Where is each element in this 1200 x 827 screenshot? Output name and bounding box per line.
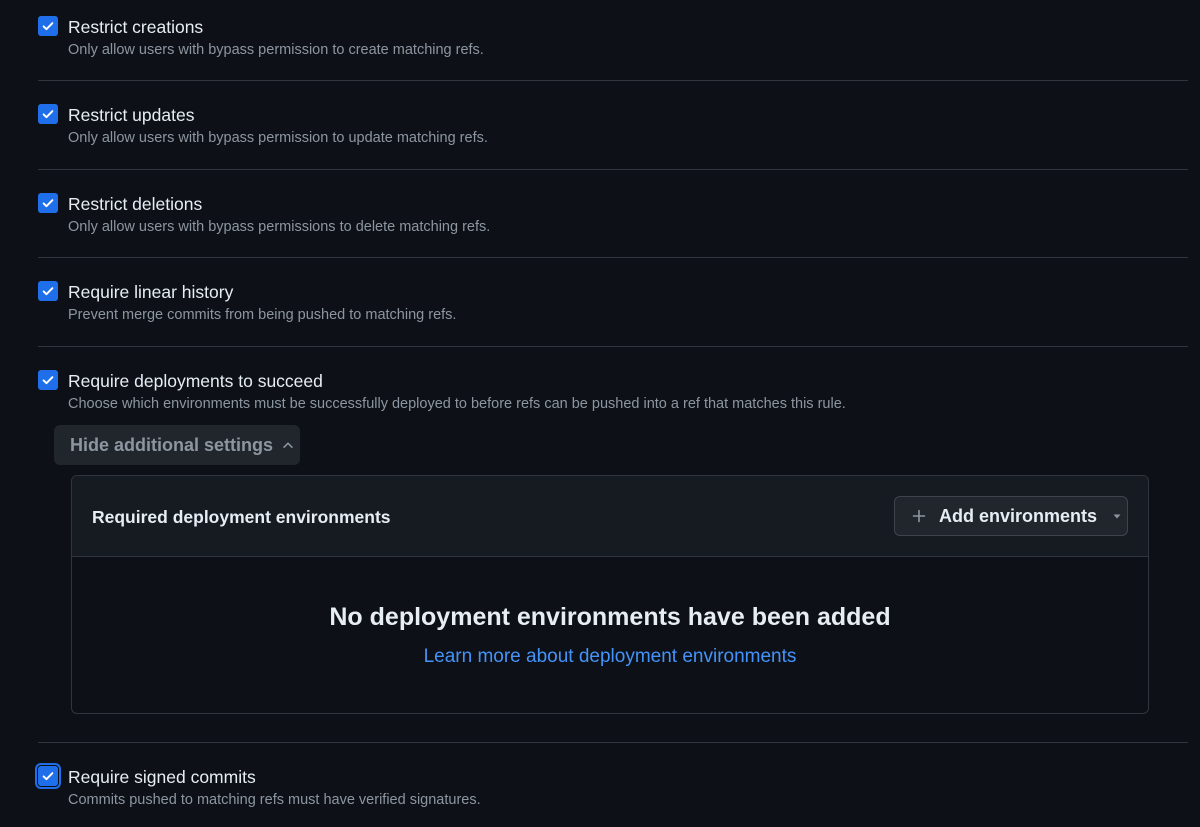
rule-title: Restrict creations [68, 17, 204, 37]
rule-description: Commits pushed to matching refs must hav… [68, 792, 481, 808]
check-icon [42, 772, 54, 781]
rule-description: Prevent merge commits from being pushed … [68, 307, 457, 323]
add-environments-button[interactable]: Add environments [894, 496, 1128, 536]
empty-state-title: No deployment environments have been add… [329, 603, 891, 631]
check-icon [42, 110, 54, 119]
check-icon [42, 22, 54, 31]
divider [38, 80, 1188, 81]
rule-title: Require linear history [68, 282, 234, 302]
rule-description: Only allow users with bypass permission … [68, 42, 484, 58]
divider [38, 346, 1188, 347]
rule-restrict-updates: Restrict updates Only allow users with b… [38, 104, 1188, 146]
require-linear-history-checkbox[interactable] [38, 281, 58, 301]
rule-title: Restrict updates [68, 105, 195, 125]
rule-title: Restrict deletions [68, 194, 203, 214]
learn-more-link[interactable]: Learn more about deployment environments [424, 646, 797, 668]
deployment-environments-panel: Required deployment environments Add env… [71, 475, 1149, 714]
empty-state: No deployment environments have been add… [72, 603, 1148, 668]
rule-require-deployments: Require deployments to succeed Choose wh… [38, 370, 1188, 412]
restrict-updates-checkbox[interactable] [38, 104, 58, 124]
rule-restrict-creations: Restrict creations Only allow users with… [38, 16, 1188, 58]
rules-settings-page: Restrict creations Only allow users with… [0, 0, 1200, 827]
plus-icon [912, 509, 926, 523]
restrict-creations-checkbox[interactable] [38, 16, 58, 36]
hide-settings-label: Hide additional settings [70, 434, 274, 455]
require-signed-commits-checkbox[interactable] [35, 763, 61, 789]
rule-description: Only allow users with bypass permissions… [68, 219, 491, 235]
check-icon [42, 376, 54, 385]
rule-title: Require deployments to succeed [68, 371, 323, 391]
deployment-environments-title: Required deployment environments [92, 507, 391, 527]
deployment-environments-header: Required deployment environments Add env… [72, 476, 1148, 557]
check-icon [42, 287, 54, 296]
add-environments-label: Add environments [939, 505, 1098, 526]
restrict-deletions-checkbox[interactable] [38, 193, 58, 213]
chevron-up-icon [283, 442, 293, 448]
rule-restrict-deletions: Restrict deletions Only allow users with… [38, 193, 1188, 235]
divider [38, 169, 1188, 170]
divider [38, 257, 1188, 258]
rule-description: Choose which environments must be succes… [68, 396, 846, 412]
rule-title: Require signed commits [68, 767, 256, 787]
divider [38, 742, 1188, 743]
rule-require-linear-history: Require linear history Prevent merge com… [38, 281, 1188, 323]
require-deployments-checkbox[interactable] [38, 370, 58, 390]
rule-description: Only allow users with bypass permission … [68, 130, 488, 146]
caret-down-icon [1113, 514, 1121, 519]
hide-additional-settings-button[interactable]: Hide additional settings [54, 425, 300, 465]
check-icon [42, 199, 54, 208]
rule-require-signed-commits: Require signed commits Commits pushed to… [35, 763, 1188, 808]
